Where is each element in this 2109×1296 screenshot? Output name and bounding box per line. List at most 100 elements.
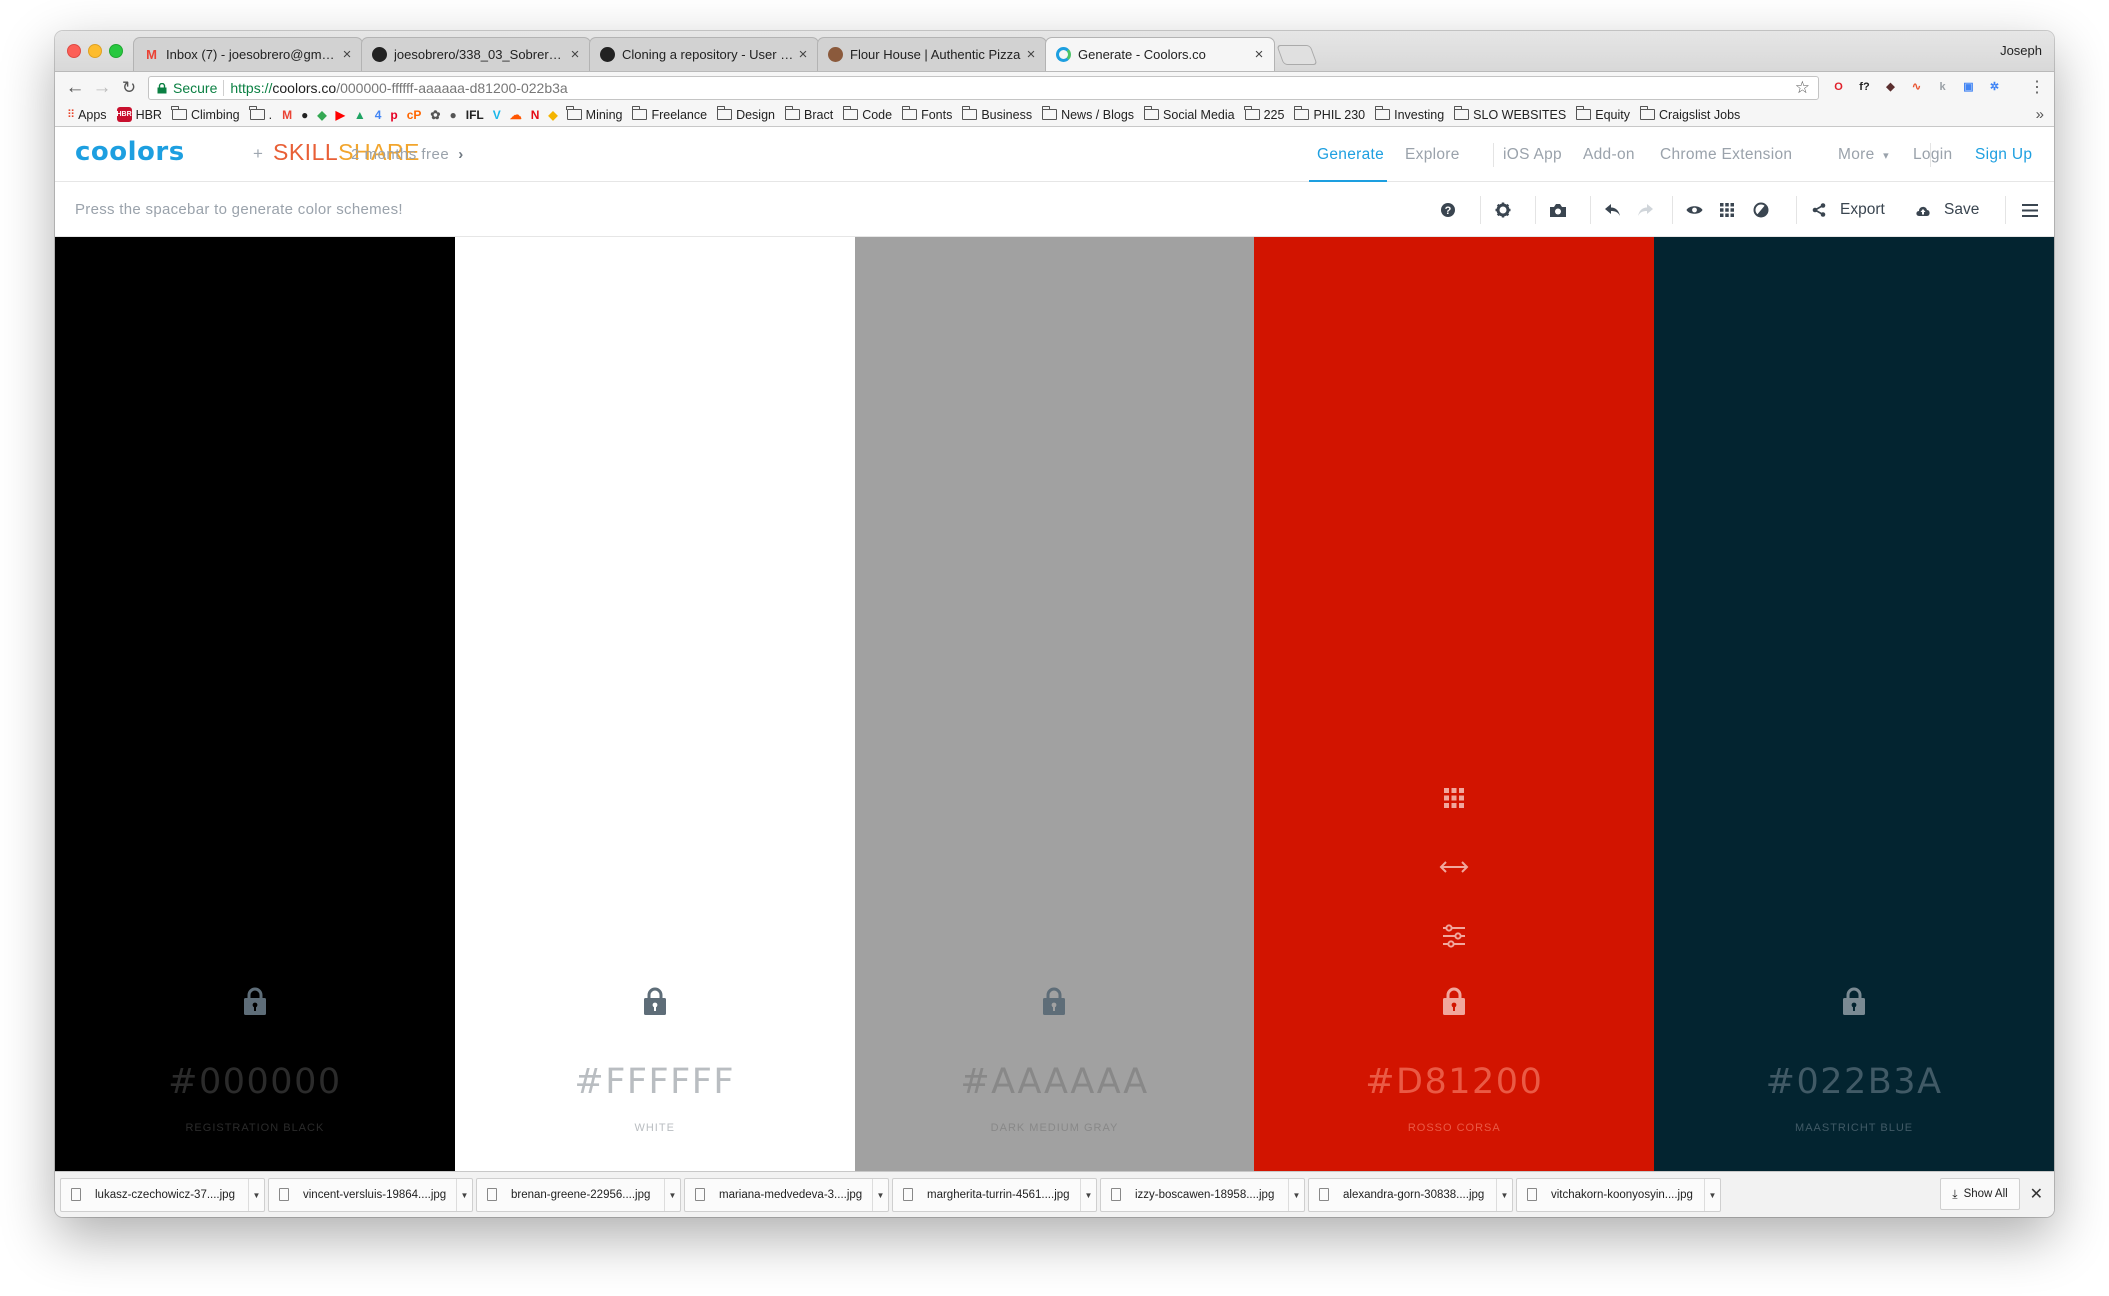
caret-down-icon[interactable]: ▼ <box>1080 1178 1096 1211</box>
undo-icon[interactable] <box>1604 200 1621 220</box>
hamburger-menu-icon[interactable] <box>2022 200 2038 220</box>
nav-signup[interactable]: Sign Up <box>1975 146 2032 164</box>
gmail-icon[interactable]: M <box>282 108 292 122</box>
bookmark-bract[interactable]: Bract <box>784 106 833 122</box>
nav-more[interactable]: More ▾ <box>1838 146 1889 164</box>
caret-down-icon[interactable]: ▼ <box>664 1178 680 1211</box>
adjust-sliders-icon[interactable] <box>1441 923 1467 949</box>
caret-down-icon[interactable]: ▼ <box>1704 1178 1720 1211</box>
bookmark-news-blogs[interactable]: News / Blogs <box>1041 106 1134 122</box>
swatch-hex-code[interactable]: #022B3A <box>1654 1062 2054 1102</box>
download-item[interactable]: lukasz-czechowicz-37....jpg ▼ <box>60 1177 265 1212</box>
apple-icon[interactable]: ● <box>449 108 456 122</box>
new-tab-button[interactable] <box>1276 45 1318 65</box>
bookmark-freelance[interactable]: Freelance <box>631 106 707 122</box>
window-icon[interactable]: ▣ <box>1960 78 1977 95</box>
bookmark-fonts[interactable]: Fonts <box>901 106 952 122</box>
bookmark-slo-websites[interactable]: SLO WEBSITES <box>1453 106 1566 122</box>
drive-icon[interactable]: ▲ <box>354 108 366 122</box>
nav-explore[interactable]: Explore <box>1405 146 1460 164</box>
swatch-hex-code[interactable]: #FFFFFF <box>455 1062 855 1102</box>
bookmark-business[interactable]: Business <box>961 106 1032 122</box>
close-icon[interactable]: ✕ <box>2030 1184 2043 1204</box>
color-swatch[interactable]: #FFFFFF WHITE <box>454 237 855 1171</box>
save-button[interactable]: Save <box>1915 200 1979 220</box>
youtube-icon[interactable]: ▶ <box>336 108 345 122</box>
close-icon[interactable]: × <box>1252 46 1266 63</box>
menu-dots-icon[interactable]: ⋮ <box>2025 76 2049 100</box>
bookmark-225[interactable]: 225 <box>1244 106 1284 122</box>
lock-icon[interactable] <box>1842 986 1866 1016</box>
bookmark-investing[interactable]: Investing <box>1374 106 1444 122</box>
secure-indicator[interactable]: Secure <box>157 80 217 96</box>
forward-arrow-icon[interactable]: → <box>90 76 114 100</box>
caret-down-icon[interactable]: ▼ <box>1288 1178 1304 1211</box>
zoom-window-button[interactable] <box>109 44 123 58</box>
bookmark-hbr[interactable]: HBR HBR <box>116 107 162 122</box>
swatch-hex-code[interactable]: #AAAAAA <box>855 1062 1255 1102</box>
bookmark-equity[interactable]: Equity <box>1575 106 1630 122</box>
color-swatch[interactable]: #022B3A MAASTRICHT BLUE <box>1654 237 2054 1171</box>
caret-down-icon[interactable]: ▼ <box>248 1178 264 1211</box>
color-swatch[interactable]: #AAAAAA DARK MEDIUM GRAY <box>854 237 1255 1171</box>
leaf-icon[interactable]: ✿ <box>430 108 440 122</box>
lock-icon[interactable] <box>243 986 267 1016</box>
bookmark-apps[interactable]: ⠿ Apps <box>67 108 107 122</box>
ext-grey-icon[interactable]: k <box>1934 78 1951 95</box>
gear-blue-icon[interactable]: ✲ <box>1986 78 2003 95</box>
bookmark-phil-230[interactable]: PHIL 230 <box>1293 106 1365 122</box>
spy-icon[interactable]: ◆ <box>1882 78 1899 95</box>
adjust-contrast-icon[interactable] <box>1753 200 1769 220</box>
bookmark-[interactable]: . <box>249 106 272 122</box>
redo-icon[interactable] <box>1637 200 1654 220</box>
eye-icon[interactable] <box>1686 200 1703 220</box>
vimeo-icon[interactable]: V <box>493 108 501 122</box>
download-item[interactable]: izzy-boscawen-18958....jpg ▼ <box>1100 1177 1305 1212</box>
caret-down-icon[interactable]: ▼ <box>1496 1178 1512 1211</box>
download-item[interactable]: vitchakorn-koonyosyin....jpg ▼ <box>1516 1177 1721 1212</box>
coolors-logo[interactable]: coolors <box>75 137 185 167</box>
nav-ios-app[interactable]: iOS App <box>1503 146 1562 164</box>
caret-down-icon[interactable]: ▼ <box>872 1178 888 1211</box>
browser-tab[interactable]: Flour House | Authentic Pizza × <box>817 37 1047 71</box>
download-item[interactable]: margherita-turrin-4561....jpg ▼ <box>892 1177 1097 1212</box>
github-icon[interactable]: ● <box>301 108 308 122</box>
browser-tab[interactable]: Cloning a repository - User Do × <box>589 37 819 71</box>
nav-chrome-extension[interactable]: Chrome Extension <box>1660 146 1792 164</box>
lock-icon[interactable] <box>643 986 667 1016</box>
help-icon[interactable]: ? <box>1440 200 1456 220</box>
lock-icon[interactable] <box>1042 986 1066 1016</box>
bookmark-design[interactable]: Design <box>716 106 775 122</box>
font-icon[interactable]: f? <box>1856 78 1873 95</box>
bookmark-craigslist-jobs[interactable]: Craigslist Jobs <box>1639 106 1740 122</box>
back-arrow-icon[interactable]: ← <box>63 76 87 100</box>
soundcloud-icon[interactable]: ☁ <box>510 108 522 122</box>
reload-icon[interactable]: ↻ <box>117 76 141 100</box>
address-bar[interactable]: Secure https://coolors.co/000000-ffffff-… <box>148 76 1819 100</box>
settings-gear-icon[interactable] <box>1495 200 1511 220</box>
shades-grid-icon[interactable] <box>1441 785 1467 811</box>
more-bookmarks-icon[interactable]: » <box>2036 106 2044 123</box>
color-swatch[interactable]: #D81200 ROSSO CORSA <box>1254 237 1655 1171</box>
swatch-hex-code[interactable]: #000000 <box>55 1062 455 1102</box>
bookmark-social-media[interactable]: Social Media <box>1143 106 1235 122</box>
signal-icon[interactable]: ∿ <box>1908 78 1925 95</box>
nav-login[interactable]: Login <box>1913 146 1952 164</box>
close-icon[interactable]: × <box>568 46 582 63</box>
minimize-window-button[interactable] <box>88 44 102 58</box>
close-icon[interactable]: × <box>796 46 810 63</box>
bookmark-mining[interactable]: Mining <box>566 106 622 122</box>
download-item[interactable]: vincent-versluis-19864....jpg ▼ <box>268 1177 473 1212</box>
color-swatch[interactable]: #000000 REGISTRATION BLACK <box>55 237 455 1171</box>
grid-view-icon[interactable] <box>1720 200 1734 220</box>
lock-icon[interactable] <box>1442 986 1466 1016</box>
show-all-downloads-button[interactable]: ⤓ Show All <box>1940 1178 2020 1210</box>
drag-arrows-icon[interactable] <box>1439 854 1469 880</box>
caret-down-icon[interactable]: ▼ <box>456 1178 472 1211</box>
browser-tab-active[interactable]: Generate - Coolors.co × <box>1045 37 1275 71</box>
download-item[interactable]: alexandra-gorn-30838....jpg ▼ <box>1308 1177 1513 1212</box>
browser-tab[interactable]: M Inbox (7) - joesobrero@gmail.c × <box>133 37 363 71</box>
browser-tab[interactable]: joesobrero/338_03_Sobrero_fi × <box>361 37 591 71</box>
export-button[interactable]: Export <box>1812 200 1885 220</box>
download-item[interactable]: brenan-greene-22956....jpg ▼ <box>476 1177 681 1212</box>
